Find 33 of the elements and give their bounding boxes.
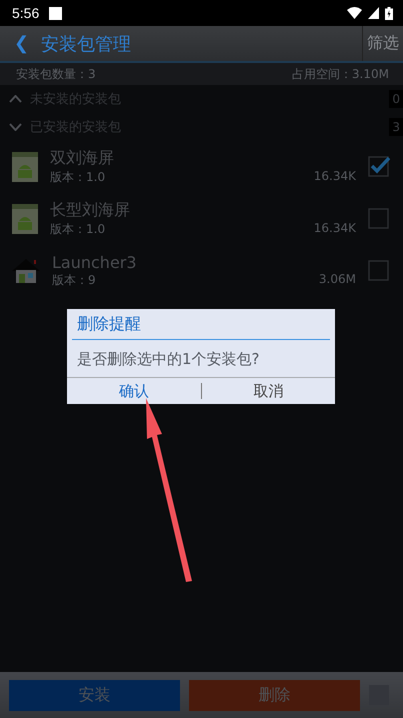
package-size: 3.06M: [318, 272, 356, 288]
battery-icon: [385, 6, 393, 20]
checkbox[interactable]: [368, 208, 390, 230]
group-count: 3: [389, 118, 403, 136]
dialog-title: 删除提醒: [72, 309, 330, 340]
delete-button[interactable]: 删除: [189, 680, 360, 710]
dialog-message: 是否删除选中的1个安装包?: [76, 349, 261, 370]
space-label: 占用空间：3.10M: [292, 66, 389, 82]
status-time: 5:56: [12, 5, 40, 21]
package-version: 版本：9: [52, 272, 96, 289]
confirm-button[interactable]: 确认: [67, 383, 202, 399]
filter-button[interactable]: 筛选: [362, 26, 403, 61]
android-app-icon: [12, 152, 38, 182]
house-icon: [12, 258, 40, 284]
group-count: 0: [389, 90, 403, 108]
package-name: 双刘海屏: [50, 148, 115, 169]
count-label: 安装包数量：3: [16, 66, 96, 82]
back-button[interactable]: ❮: [0, 33, 42, 54]
package-size: 16.34K: [314, 169, 356, 185]
install-button[interactable]: 安装: [9, 680, 180, 710]
notification-icon: [49, 6, 62, 20]
checkbox[interactable]: [368, 156, 390, 178]
cancel-button[interactable]: 取消: [202, 383, 335, 399]
package-version: 版本：1.0: [50, 221, 106, 238]
package-name: 长型刘海屏: [50, 200, 131, 221]
wifi-icon: [347, 7, 362, 19]
package-size: 16.34K: [314, 221, 356, 237]
toolbar-title: 安装包管理: [41, 32, 132, 56]
signal-icon: [368, 7, 379, 19]
package-name: Launcher3: [52, 253, 138, 272]
package-version: 版本：1.0: [50, 169, 106, 186]
checkbox[interactable]: [368, 260, 390, 282]
android-app-icon: [12, 204, 38, 234]
